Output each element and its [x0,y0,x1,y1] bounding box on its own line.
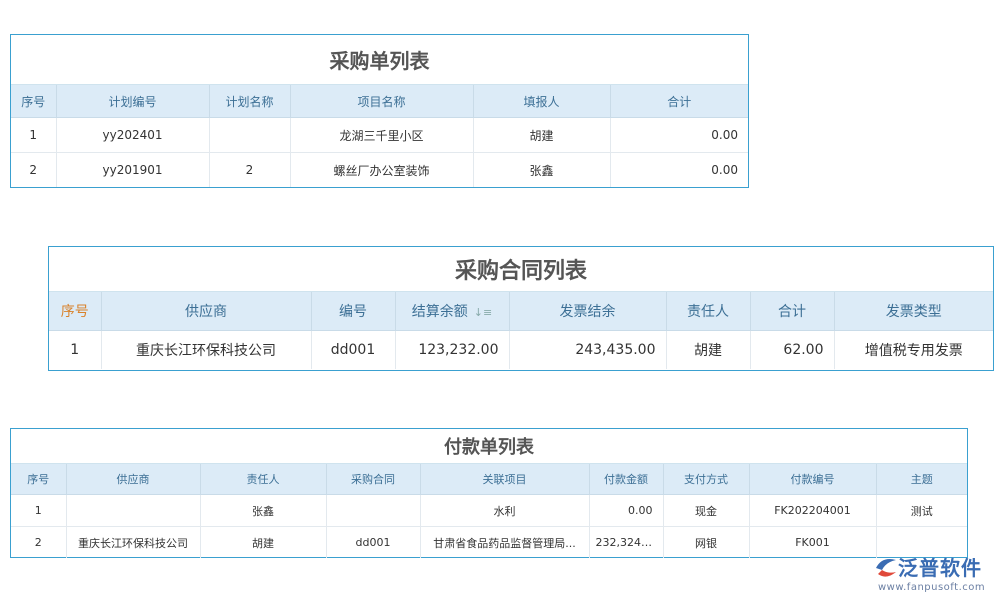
purchase-order-panel: 采购单列表 序号 计划编号 计划名称 项目名称 填报人 合计 1 yy20240… [10,34,749,188]
col-header-settlement-balance-label: 结算余额 [411,304,468,320]
cell-reporter: 张鑫 [473,152,611,187]
cell-payment-method: 现金 [663,494,750,527]
cell-payment-code: FK202204001 [749,494,877,527]
col-header-supplier[interactable]: 供应商 [101,292,312,331]
cell-responsible: 张鑫 [200,494,327,527]
logo-brand: 泛普软件 [898,556,982,580]
cell-invoice-balance: 243,435.00 [509,330,667,369]
col-header-subject[interactable]: 主题 [876,464,967,495]
cell-project-name: 龙湖三千里小区 [290,117,474,153]
cell-payment-method: 网银 [663,526,750,558]
cell-index: 1 [11,117,57,153]
cell-payment-amount: 0.00 [589,494,664,527]
cell-total: 0.00 [610,117,748,153]
table-row[interactable]: 2 重庆长江环保科技公司 胡建 dd001 甘肃省食品药品监督管理局... 23… [11,526,967,558]
col-header-reporter[interactable]: 填报人 [473,85,611,118]
cell-total: 0.00 [711,163,738,177]
col-header-invoice-balance[interactable]: 发票结余 [509,292,667,331]
col-header-invoice-type[interactable]: 发票类型 [834,292,993,331]
cell-related-project: 水利 [420,494,590,527]
cell-related-project: 甘肃省食品药品监督管理局... [420,526,590,558]
purchase-order-table: 序号 计划编号 计划名称 项目名称 填报人 合计 1 yy202401 龙湖三千… [11,85,748,187]
purchase-contract-table: 序号 供应商 编号 结算余额 ↓≡ 发票结余 责任人 合计 发票类型 1 重庆长江… [49,292,993,369]
sort-desc-icon[interactable]: ↓≡ [474,306,492,319]
col-header-purchase-contract[interactable]: 采购合同 [326,464,421,495]
cell-invoice-type: 增值税专用发票 [864,343,963,359]
fanpu-logo-icon [876,559,896,577]
purchase-contract-title: 采购合同列表 [49,247,993,292]
col-header-responsible[interactable]: 责任人 [666,292,751,331]
col-header-index[interactable]: 序号 [49,292,102,331]
cell-supplier [66,494,201,527]
cell-responsible: 胡建 [200,526,327,558]
col-header-plan-code[interactable]: 计划编号 [56,85,210,118]
cell-index: 2 [11,152,57,187]
cell-total: 62.00 [750,330,835,369]
col-header-index[interactable]: 序号 [11,464,67,495]
col-header-payment-amount[interactable]: 付款金额 [589,464,664,495]
fanpu-logo: 泛普软件 www.fanpusoft.com [872,554,998,596]
col-header-settlement-balance[interactable]: 结算余额 ↓≡ [395,292,510,331]
col-header-total[interactable]: 合计 [610,85,748,118]
cell-index: 1 [11,494,67,527]
cell-supplier: 重庆长江环保科技公司 [101,330,312,369]
col-header-code[interactable]: 编号 [311,292,396,331]
cell-purchase-contract: dd001 [326,526,421,558]
cell-supplier: 重庆长江环保科技公司 [66,526,201,558]
cell-subject: 测试 [876,494,967,527]
col-header-payment-method[interactable]: 支付方式 [663,464,750,495]
cell-payment-amount: 232,324.00 [589,526,664,558]
col-header-supplier[interactable]: 供应商 [66,464,201,495]
cell-plan-name: 2 [209,152,291,187]
table-row[interactable]: 1 张鑫 水利 0.00 现金 FK202204001 测试 [11,494,967,527]
cell-plan-code: yy202401 [56,117,210,153]
cell-purchase-contract [326,494,421,527]
table-row[interactable]: 1 yy202401 龙湖三千里小区 胡建 0.00 [11,117,748,153]
col-header-total[interactable]: 合计 [750,292,835,331]
payment-panel: 付款单列表 序号 供应商 责任人 采购合同 关联项目 付款金额 支付方式 付款编… [10,428,968,558]
purchase-contract-panel: 采购合同列表 序号 供应商 编号 结算余额 ↓≡ 发票结余 责任人 合计 发票类型 [48,246,994,371]
logo-url: www.fanpusoft.com [878,582,986,593]
cell-settlement-balance: 123,232.00 [395,330,510,369]
cell-payment-code: FK001 [749,526,877,558]
cell-project-name: 螺丝厂办公室装饰 [290,152,474,187]
cell-reporter: 胡建 [473,117,611,153]
cell-plan-name [209,117,291,153]
purchase-order-title: 采购单列表 [11,35,748,85]
col-header-project-name[interactable]: 项目名称 [290,85,474,118]
col-header-payment-code[interactable]: 付款编号 [749,464,877,495]
col-header-related-project[interactable]: 关联项目 [420,464,590,495]
payment-title: 付款单列表 [11,429,967,464]
col-header-responsible[interactable]: 责任人 [200,464,327,495]
col-header-plan-name[interactable]: 计划名称 [209,85,291,118]
cell-plan-code: yy201901 [56,152,210,187]
cell-responsible: 胡建 [666,330,751,369]
table-row[interactable]: 1 重庆长江环保科技公司 dd001 123,232.00 243,435.00… [49,330,993,369]
col-header-index[interactable]: 序号 [11,85,57,118]
cell-index: 1 [49,330,102,369]
table-row[interactable]: 2 yy201901 2 螺丝厂办公室装饰 张鑫 0.00 [11,152,748,187]
cell-index: 2 [11,526,67,558]
cell-code: dd001 [311,330,396,369]
payment-table: 序号 供应商 责任人 采购合同 关联项目 付款金额 支付方式 付款编号 主题 1… [11,464,967,558]
